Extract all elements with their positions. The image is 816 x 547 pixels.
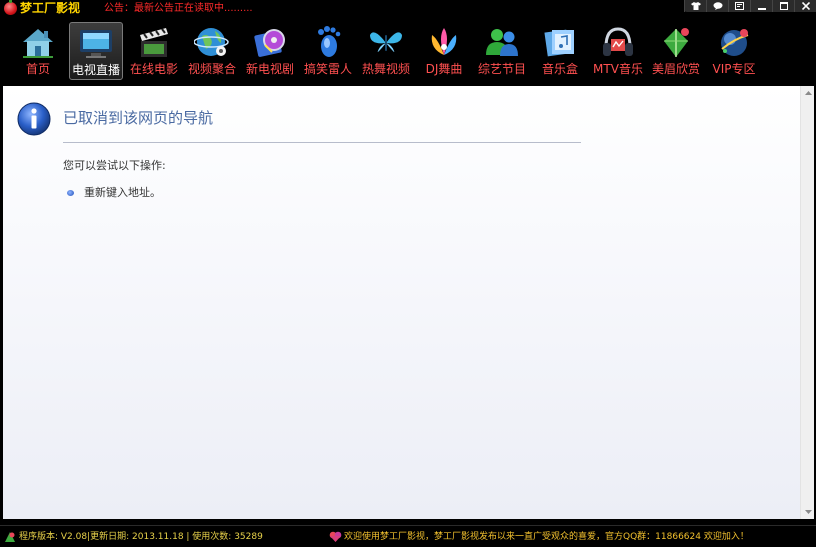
vertical-scrollbar[interactable] xyxy=(800,86,814,519)
window-settings-icon xyxy=(735,2,744,10)
nav-item-home[interactable]: 首页 xyxy=(11,22,65,80)
nav-item-variety-show[interactable]: 综艺节目 xyxy=(475,22,529,80)
retype-address-suggestion: 重新键入地址。 xyxy=(84,186,161,199)
window-controls xyxy=(684,0,816,12)
app-title: 梦工厂影视 xyxy=(20,1,81,15)
maximize-icon xyxy=(779,2,788,10)
browser-content: 已取消到该网页的导航 您可以尝试以下操作: 重新键入地址。 xyxy=(3,86,800,519)
nav-item-beauty[interactable]: 美眉欣赏 xyxy=(649,22,703,80)
divider xyxy=(63,142,581,143)
nav-item-dance-video[interactable]: 热舞视频 xyxy=(359,22,413,80)
close-icon xyxy=(801,2,810,10)
minimize-button[interactable] xyxy=(750,0,772,12)
nav-item-vip[interactable]: VIP专区 xyxy=(707,22,761,80)
nav-item-music-box[interactable]: 音乐盒 xyxy=(533,22,587,80)
music-box-icon xyxy=(544,29,574,57)
nav-item-mtv-music[interactable]: MTV音乐 xyxy=(591,22,645,80)
nav-item-video-aggregate[interactable]: 视频聚合 xyxy=(185,22,239,80)
nav-item-new-tv-series[interactable]: 新电视剧 xyxy=(243,22,297,80)
version-info: 程序版本: V2.08|更新日期: 2013.11.18 | 使用次数: 352… xyxy=(19,532,263,542)
arrow-down-icon xyxy=(804,510,812,514)
chat-bubble-icon xyxy=(713,2,722,10)
list-item: 重新键入地址。 xyxy=(67,186,161,200)
title-bar: 梦工厂影视 公告：最新公告正在读取中......... xyxy=(0,0,816,18)
nav-item-movies[interactable]: 在线电影 xyxy=(127,22,181,80)
maximize-button[interactable] xyxy=(772,0,794,12)
butterfly-icon xyxy=(370,32,402,52)
scroll-up-button[interactable] xyxy=(801,86,815,100)
nav-item-tv-live[interactable]: 电视直播 xyxy=(69,22,123,80)
film-reel-icon xyxy=(140,28,168,57)
suggestion-heading: 您可以尝试以下操作: xyxy=(63,159,166,172)
nav-label: VIP专区 xyxy=(712,62,756,76)
people-icon xyxy=(486,29,518,56)
tshirt-icon xyxy=(690,2,701,10)
status-bar: 程序版本: V2.08|更新日期: 2013.11.18 | 使用次数: 352… xyxy=(0,525,816,547)
settings-button[interactable] xyxy=(728,0,750,12)
announcement-text: 公告：最新公告正在读取中......... xyxy=(104,3,253,14)
tv-icon xyxy=(80,30,112,58)
bullet-icon xyxy=(67,190,74,196)
main-toolbar: 首页 电视直播 在线电影 视频聚合 新电视剧 搞笑雷人 热舞视频 DJ舞曲 综艺… xyxy=(0,18,816,84)
feedback-button[interactable] xyxy=(706,0,728,12)
minimize-icon xyxy=(757,8,766,10)
nav-item-dj-music[interactable]: DJ舞曲 xyxy=(417,22,471,80)
house-icon xyxy=(23,29,53,58)
scroll-down-button[interactable] xyxy=(801,505,815,519)
welcome-marquee: 欢迎使用梦工厂影视，梦工厂影视发布以来一直广受观众的喜爱，官方QQ群：11866… xyxy=(344,532,749,542)
skin-button[interactable] xyxy=(684,0,706,12)
vip-globe-icon xyxy=(721,29,749,56)
app-logo-icon xyxy=(4,0,17,15)
close-button[interactable] xyxy=(794,0,816,12)
globe-icon xyxy=(194,28,229,56)
footprint-icon xyxy=(318,26,341,57)
info-icon xyxy=(17,102,51,136)
page-title: 已取消到该网页的导航 xyxy=(63,109,214,127)
dj-icon xyxy=(431,28,457,55)
headphones-icon xyxy=(603,27,633,56)
heart-flower-icon xyxy=(329,531,342,542)
app-status-icon xyxy=(5,532,15,542)
nav-item-funny[interactable]: 搞笑雷人 xyxy=(301,22,355,80)
dvd-icon xyxy=(254,29,285,57)
leaf-icon xyxy=(664,28,689,57)
arrow-up-icon xyxy=(804,91,812,95)
